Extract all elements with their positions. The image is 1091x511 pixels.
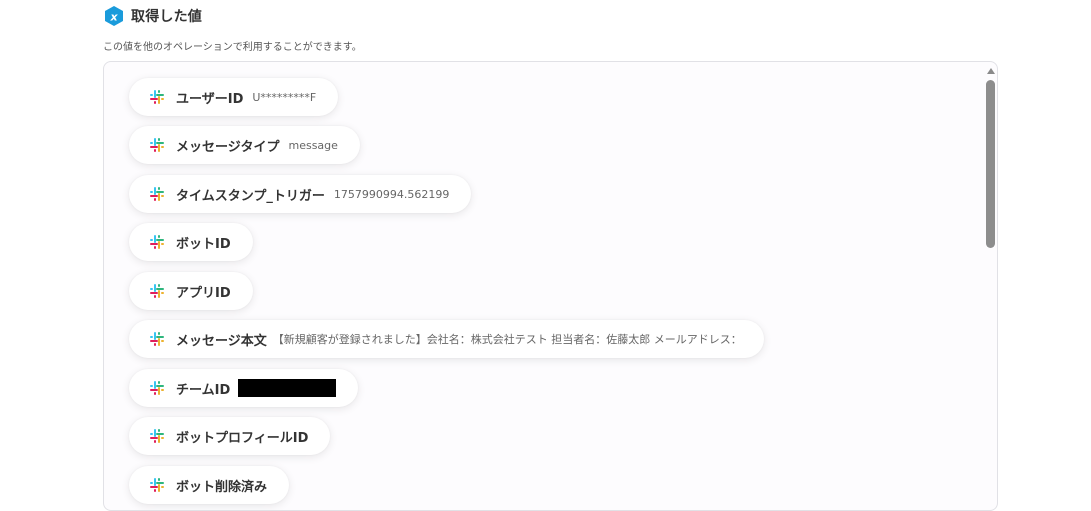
item-label: ボット削除済み [176, 479, 268, 495]
item-label: ボットID [176, 236, 231, 252]
section-title: 取得した値 [131, 9, 202, 25]
slack-icon [150, 332, 164, 346]
value-item-app-id[interactable]: アプリID [129, 272, 253, 310]
value-item-bot-profile-id[interactable]: ボットプロフィールID [129, 417, 331, 455]
item-label: メッセージ本文 [176, 333, 267, 349]
item-label: メッセージタイプ [176, 139, 280, 155]
svg-text:x: x [109, 11, 118, 24]
item-value: 1757990994.562199 [333, 187, 450, 201]
item-label: アプリID [176, 285, 231, 301]
scrollbar-thumb[interactable] [986, 80, 995, 248]
slack-icon [150, 235, 164, 249]
redacted-value [238, 379, 337, 397]
value-item-message-body[interactable]: メッセージ本文 【新規顧客が登録されました】会社名：株式会社テスト 担当者名：佐… [129, 320, 764, 358]
value-item-timestamp-trigger[interactable]: タイムスタンプ_トリガー 1757990994.562199 [129, 175, 472, 213]
values-panel: ユーザーID U*********F メッセージタイプ message タイムス… [103, 61, 998, 511]
item-value: message [288, 138, 338, 152]
item-value: 【新規顧客が登録されました】会社名：株式会社テスト 担当者名：佐藤太郎 メールア… [272, 333, 742, 346]
value-item-team-id[interactable]: チームID [129, 369, 359, 407]
section-description: この値を他のオペレーションで利用することができます。 [103, 42, 362, 53]
item-label: タイムスタンプ_トリガー [176, 188, 325, 204]
scroll-up-arrow-icon[interactable] [987, 68, 995, 74]
value-item-bot-deleted[interactable]: ボット削除済み [129, 466, 290, 504]
slack-icon [150, 187, 164, 201]
slack-icon [150, 90, 164, 104]
slack-icon [150, 284, 164, 298]
item-label: ボットプロフィールID [176, 430, 309, 446]
item-value: U*********F [252, 90, 317, 104]
section-header: x 取得した値 [104, 5, 202, 27]
item-label: チームID [176, 382, 231, 398]
slack-icon [150, 138, 164, 152]
value-item-user-id[interactable]: ユーザーID U*********F [129, 78, 339, 116]
slack-icon [150, 429, 164, 443]
value-item-bot-id[interactable]: ボットID [129, 223, 253, 261]
value-item-message-type[interactable]: メッセージタイプ message [129, 126, 360, 164]
item-label: ユーザーID [176, 91, 244, 107]
slack-icon [150, 381, 164, 395]
variable-hex-icon: x [105, 6, 123, 26]
slack-icon [150, 478, 164, 492]
